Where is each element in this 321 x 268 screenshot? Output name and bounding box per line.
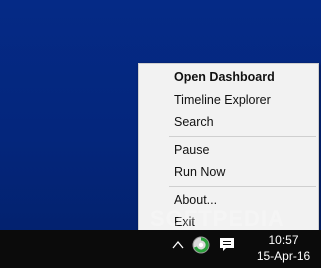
menu-item-search[interactable]: Search <box>139 111 318 134</box>
menu-item-run-now[interactable]: Run Now <box>139 161 318 184</box>
action-center-icon[interactable] <box>219 237 235 253</box>
taskbar: 10:57 15-Apr-16 <box>0 230 321 268</box>
chevron-up-icon[interactable] <box>171 238 185 252</box>
taskbar-clock[interactable]: 10:57 15-Apr-16 <box>246 232 321 264</box>
clock-date: 15-Apr-16 <box>256 249 311 263</box>
clock-time: 10:57 <box>268 233 299 247</box>
menu-item-open-dashboard[interactable]: Open Dashboard <box>139 66 318 89</box>
watermark: SOFTPEDIA <box>150 206 285 231</box>
backup-app-icon[interactable] <box>192 236 210 254</box>
menu-item-pause[interactable]: Pause <box>139 139 318 162</box>
menu-separator <box>169 135 316 137</box>
menu-separator <box>169 185 316 187</box>
menu-item-timeline-explorer[interactable]: Timeline Explorer <box>139 89 318 112</box>
